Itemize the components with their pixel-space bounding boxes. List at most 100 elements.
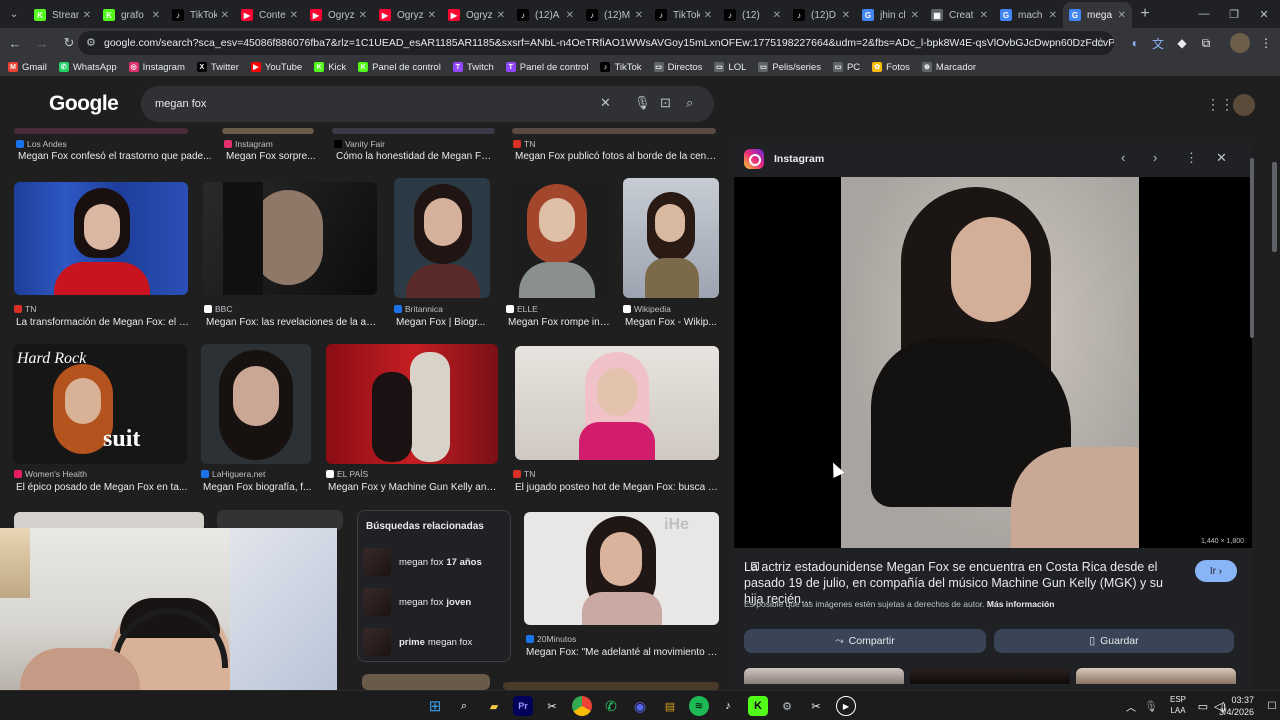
bookmark-item[interactable]: ▭ PC — [832, 62, 860, 73]
account-avatar[interactable] — [1233, 94, 1255, 116]
close-tab-icon[interactable]: ✕ — [635, 10, 643, 21]
file-explorer-icon[interactable]: ▰ — [484, 696, 504, 716]
close-tab-icon[interactable]: ✕ — [1118, 10, 1126, 21]
media-player-icon[interactable]: ▶ — [836, 696, 856, 716]
settings-gear-icon[interactable]: ⚙ — [777, 696, 797, 716]
capcut-icon[interactable]: ✂ — [542, 696, 562, 716]
close-tab-icon[interactable]: ✕ — [773, 10, 781, 21]
browser-tab[interactable]: K Stream ✕ — [28, 2, 97, 28]
browser-menu-icon[interactable]: ⋮ — [1256, 33, 1276, 53]
share-button[interactable]: ⤳ Compartir — [744, 629, 986, 653]
close-tab-icon[interactable]: ✕ — [428, 10, 436, 21]
capcut-icon[interactable]: ✂ — [806, 696, 826, 716]
voice-search-icon[interactable]: 🎙︎ — [634, 95, 651, 111]
restore-icon[interactable]: ❐ — [1218, 0, 1250, 28]
whatsapp-icon[interactable]: ✆ — [601, 696, 621, 716]
close-tab-icon[interactable]: ✕ — [221, 10, 229, 21]
result-title[interactable]: El jugado posteo hot de Megan Fox: busca… — [515, 482, 719, 493]
related-search-item[interactable]: megan fox 17 años — [363, 546, 507, 578]
extension-mic-icon[interactable]: ◖ — [1124, 33, 1144, 53]
bookmark-item[interactable]: T Twitch — [452, 62, 494, 73]
result-image[interactable] — [512, 128, 716, 134]
close-tab-icon[interactable]: ✕ — [1049, 10, 1057, 21]
premiere-pro-icon[interactable]: Pr — [513, 696, 533, 716]
forward-icon[interactable]: → — [30, 31, 54, 55]
result-image[interactable] — [14, 182, 188, 295]
kick-icon[interactable]: K — [748, 696, 768, 716]
bookmark-item[interactable]: ▭ LOL — [714, 62, 746, 73]
close-tab-icon[interactable]: ✕ — [359, 10, 367, 21]
browser-tab[interactable]: ▶ Conte ✕ — [235, 2, 304, 28]
result-title[interactable]: Megan Fox: las revelaciones de la act... — [206, 317, 380, 328]
next-image-icon[interactable]: › — [1153, 150, 1157, 165]
bookmark-item[interactable]: ♪ TikTok — [600, 62, 642, 73]
taskbar-search-icon[interactable]: ⌕ — [454, 696, 474, 716]
notepad-icon[interactable]: ▤ — [660, 696, 680, 716]
more-info-link[interactable]: Más información — [987, 599, 1055, 609]
system-clock[interactable]: 03:37 3/4/2026 — [1219, 694, 1254, 718]
result-title[interactable]: Megan Fox | Biogr... — [396, 317, 492, 328]
close-preview-icon[interactable]: ✕ — [1216, 150, 1227, 166]
result-image[interactable] — [394, 178, 490, 298]
more-options-icon[interactable]: ⋮ — [1185, 150, 1198, 166]
result-title[interactable]: Megan Fox publicó fotos al borde de la c… — [515, 151, 717, 162]
result-title[interactable]: La transformación de Megan Fox: el a... — [16, 317, 190, 328]
close-tab-icon[interactable]: ✕ — [290, 10, 298, 21]
bookmark-item[interactable]: ▶ YouTube — [250, 62, 302, 73]
google-logo[interactable]: Google — [49, 92, 119, 116]
bookmark-item[interactable]: ✿ Fotos — [872, 62, 910, 73]
browser-tab[interactable]: ♪ (12)M ✕ — [580, 2, 649, 28]
browser-tab[interactable]: ♪ (12)D ✕ — [787, 2, 856, 28]
result-image[interactable] — [217, 510, 343, 530]
related-search-item[interactable]: megan fox joven — [363, 586, 507, 618]
close-tab-icon[interactable]: ✕ — [497, 10, 505, 21]
extension-translate-icon[interactable]: 文 — [1148, 33, 1168, 53]
close-tab-icon[interactable]: ✕ — [566, 10, 574, 21]
browser-tab[interactable]: Kgrafo ✕ — [97, 2, 166, 28]
result-image[interactable] — [14, 128, 188, 134]
bookmark-item[interactable]: T Panel de control — [505, 62, 588, 73]
result-image[interactable] — [505, 178, 609, 298]
clear-search-icon[interactable]: ✕ — [600, 95, 611, 111]
spotify-icon[interactable]: ≋ — [689, 696, 709, 716]
address-bar[interactable]: ⚙ google.com/search?sca_esv=45086f886076… — [78, 31, 1114, 55]
profile-avatar[interactable] — [1230, 33, 1250, 53]
close-tab-icon[interactable]: ✕ — [152, 10, 160, 21]
start-menu-icon[interactable]: ⊞ — [425, 696, 445, 716]
related-image-thumbnail[interactable] — [744, 668, 904, 684]
extensions-puzzle-icon[interactable]: ⧉ — [1196, 33, 1216, 53]
bookmark-star-icon[interactable]: ☆ — [1095, 35, 1106, 49]
browser-tab[interactable]: ♪ TikTok ✕ — [649, 2, 718, 28]
search-input[interactable]: megan fox ✕ 🎙︎ ⊡ ⌕ — [141, 86, 714, 122]
bookmark-item[interactable]: ▭ Directos — [653, 62, 702, 73]
notifications-icon[interactable]: ☐ — [1262, 696, 1280, 716]
result-title[interactable]: Megan Fox biografía, f... — [203, 482, 313, 493]
result-title[interactable]: Cómo la honestidad de Megan Fox... — [336, 151, 496, 162]
bookmark-item[interactable]: M Gmail — [8, 62, 47, 73]
bookmark-item[interactable]: ⊕ Marcador — [921, 62, 976, 73]
new-tab-button[interactable]: + — [1132, 1, 1158, 27]
result-image[interactable] — [623, 178, 719, 298]
browser-tab[interactable]: ▶ Ogryz ✕ — [373, 2, 442, 28]
related-search-item[interactable]: prime megan fox — [363, 626, 507, 658]
save-button[interactable]: ▯ Guardar — [994, 629, 1234, 653]
result-image[interactable] — [222, 128, 314, 134]
browser-tab[interactable]: Gjhin cl ✕ — [856, 2, 925, 28]
result-title[interactable]: Megan Fox confesó el trastorno que pade.… — [18, 151, 218, 162]
extension-diamond-icon[interactable]: ◆ — [1172, 33, 1192, 53]
discord-icon[interactable]: ◉ — [630, 696, 650, 716]
input-language[interactable]: ESP LAA — [1170, 694, 1186, 716]
result-image[interactable] — [503, 682, 719, 690]
tiktok-app-icon[interactable]: ♪ — [718, 696, 738, 716]
visit-button[interactable]: Ir › — [1195, 560, 1237, 582]
browser-tab[interactable]: ♪ (12) ✕ — [718, 2, 787, 28]
site-info-icon[interactable]: ⚙ — [86, 36, 96, 49]
bookmark-item[interactable]: K Kick — [314, 62, 346, 73]
lens-search-icon[interactable]: ⊡ — [660, 95, 671, 111]
minimize-icon[interactable]: — — [1188, 0, 1220, 28]
tab-search-chevron-icon[interactable]: ⌄ — [0, 0, 28, 28]
related-image-thumbnail[interactable] — [1076, 668, 1236, 684]
browser-tab[interactable]: ▦ Creat ✕ — [925, 2, 994, 28]
result-image[interactable] — [515, 346, 719, 460]
browser-tab[interactable]: ▶ Ogryz ✕ — [304, 2, 373, 28]
